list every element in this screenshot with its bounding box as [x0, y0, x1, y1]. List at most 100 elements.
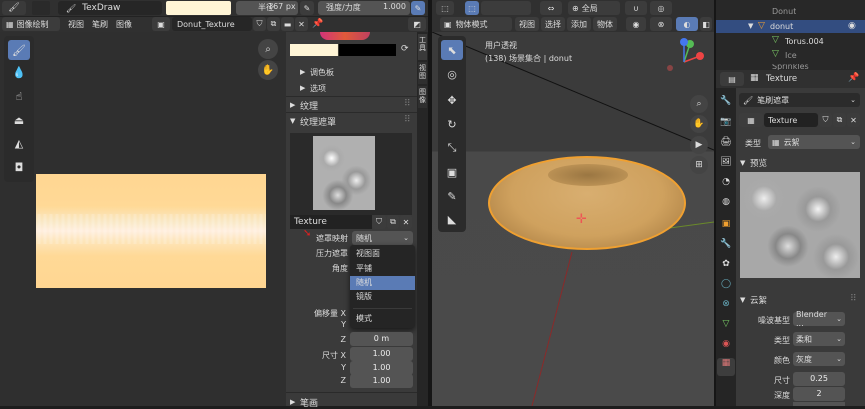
fake-user-button[interactable]: ⛉ [253, 17, 266, 31]
open-image-button[interactable]: ▬ [281, 17, 294, 31]
outliner-item-donut-collection[interactable]: Donut [772, 8, 796, 16]
pressure-radius-button[interactable]: ✎ [300, 1, 314, 15]
outliner-item-torus[interactable]: Torus.004 [785, 37, 824, 46]
mask-mapping-dropdown[interactable]: 随机 ⌄ [352, 231, 413, 245]
prop-tab-render[interactable]: 📷 [718, 117, 734, 133]
menu-brush[interactable]: 笔刷 [92, 19, 108, 30]
color-dropdown[interactable]: 灰度 ⌄ [793, 352, 845, 366]
tool-draw[interactable]: 🖌 [8, 40, 30, 60]
visibility-button[interactable]: ◉ [626, 17, 646, 31]
texture-duplicate[interactable]: ⧉ [833, 113, 846, 127]
texture-browse-button[interactable]: ▦ [739, 113, 763, 127]
palette-section[interactable]: 调色板 [310, 67, 334, 78]
color-value-slider[interactable] [290, 44, 396, 56]
tool-clone[interactable]: ⏏ [8, 110, 30, 130]
mask-fake-user-button[interactable]: ⛉ [372, 215, 386, 229]
menu-view[interactable]: 视图 [68, 19, 84, 30]
size-z-field[interactable]: 1.00 [350, 374, 413, 388]
image-browse-button[interactable]: ▣ [152, 17, 170, 31]
menu-add-3d[interactable]: 添加 [567, 17, 591, 31]
camera-3d-button[interactable]: ▶ [690, 136, 708, 154]
grid-3d-button[interactable]: ⊞ [690, 156, 708, 174]
depth-field[interactable]: 2 [793, 387, 845, 401]
interaction-mode-dropdown[interactable]: ▣ 物体模式 [440, 17, 512, 31]
overlay-toggle[interactable]: ◐ [676, 17, 698, 31]
outliner-item-ice[interactable]: Ice [785, 51, 797, 60]
clouds-section[interactable]: 云絮 [750, 294, 767, 306]
tool-fill[interactable]: ◭ [8, 133, 30, 153]
tab-view[interactable]: 视图 [418, 62, 427, 84]
drag-handle-icon[interactable]: ⠿ [404, 99, 411, 109]
navigation-gizmo[interactable] [660, 36, 710, 86]
prop-tab-object[interactable]: ▣ [718, 219, 734, 235]
mode-selector[interactable]: ▦ 图像绘制 [2, 17, 60, 31]
texture-mask-section[interactable]: 纹理遮罩 [300, 115, 336, 128]
option-random[interactable]: 随机 [350, 276, 415, 290]
prop-tab-view-layer[interactable]: 🖼 [718, 157, 734, 173]
menu-view-3d[interactable]: 视图 [515, 17, 539, 31]
offset-z-field[interactable]: 0 m [350, 332, 413, 346]
editor-type-button[interactable]: 🖌 [2, 1, 26, 15]
prop-tab-constraints[interactable]: ⊗ [718, 299, 734, 315]
size-x-field[interactable]: 1.00 [350, 347, 413, 361]
prop-tab-material[interactable]: ◉ [718, 339, 734, 355]
mask-duplicate-button[interactable]: ⧉ [387, 215, 399, 229]
eye-icon[interactable]: ◉ [848, 21, 856, 31]
drag-handle-icon[interactable]: ⠿ [850, 294, 857, 304]
mask-texture-selector[interactable]: Texture [290, 215, 372, 229]
options-section[interactable]: 选项 [310, 83, 326, 94]
brush-selector[interactable]: 🖌 TexDraw [58, 1, 162, 15]
new-image-button[interactable]: ⧉ [267, 17, 280, 31]
tool-move[interactable]: ✥ [441, 90, 463, 110]
overlay-button[interactable]: ◩ [408, 17, 426, 31]
color-wheel-edge[interactable] [320, 32, 370, 40]
menu-object-3d[interactable]: 物体 [593, 17, 617, 31]
pan-gizmo[interactable]: ✋ [258, 60, 278, 80]
drag-handle-icon[interactable]: ⠿ [404, 115, 411, 125]
prop-tab-scene[interactable]: ◔ [718, 177, 734, 193]
unlink-image-button[interactable]: ✕ [295, 17, 308, 31]
snap-button[interactable]: ∪ [625, 1, 647, 15]
menu-select-3d[interactable]: 选择 [541, 17, 565, 31]
mask-unlink-button[interactable]: ✕ [400, 215, 412, 229]
prop-tab-world[interactable]: ◍ [718, 197, 734, 213]
pressure-strength-button[interactable]: ✎ [411, 1, 425, 15]
option-stencil[interactable]: 镜版 [350, 290, 415, 304]
menu-image[interactable]: 图像 [116, 19, 132, 30]
tool-annotate[interactable]: ✎ [441, 186, 463, 206]
tool-select-box[interactable]: ⬉ [441, 40, 463, 60]
tool-transform[interactable]: ▣ [441, 162, 463, 182]
radius-value-field[interactable] [298, 1, 299, 15]
option-view-plane[interactable]: 视图面 [350, 245, 415, 262]
gizmo-toggle[interactable]: ⊗ [650, 17, 672, 31]
tool-mask[interactable]: ◘ [8, 157, 30, 177]
pin-icon[interactable]: 📌 [848, 73, 859, 83]
tool-smear[interactable]: ☝ [8, 86, 30, 106]
proportional-button[interactable]: ◎ [650, 1, 672, 15]
noise-basis-dropdown[interactable]: Blender ... ⌄ [793, 310, 845, 328]
properties-editor-type[interactable]: ▤ [720, 72, 744, 86]
texture-type-dropdown[interactable]: ▦ 云絮 ⌄ [768, 135, 860, 149]
image-name-field[interactable]: Donut_Texture [172, 17, 252, 31]
cursor-3d-icon[interactable]: ✛ [576, 212, 587, 227]
noise-type-dropdown[interactable]: 柔和 ⌄ [793, 332, 845, 346]
brush-preview-swatch[interactable] [32, 1, 50, 15]
texture-section[interactable]: 纹理 [300, 99, 318, 112]
stroke-section[interactable]: 笔画 [300, 396, 318, 409]
option-tiled[interactable]: 平铺 [350, 262, 415, 276]
select-box-button[interactable]: ⬚ [465, 1, 479, 15]
texture-fake-user[interactable]: ⛉ [819, 113, 832, 127]
pin-button[interactable]: 📌 [311, 17, 325, 31]
tool-scale[interactable]: ⤡ [441, 138, 463, 158]
size-y-field[interactable]: 1.00 [350, 361, 413, 375]
prop-tab-output[interactable]: 🖨 [718, 137, 734, 153]
outliner-item-donut[interactable]: donut [770, 22, 793, 31]
texture-unlink[interactable]: ✕ [847, 113, 860, 127]
swap-colors-button[interactable]: ⟳ [401, 44, 413, 56]
brush-mask-dropdown[interactable]: 🖌 笔刷遮罩 ⌄ [739, 93, 860, 107]
color-swatch[interactable] [166, 1, 231, 15]
tool-soften[interactable]: 💧 [8, 62, 30, 82]
prop-tab-modifiers[interactable]: 🔧 [718, 239, 734, 255]
tool-rotate[interactable]: ↻ [441, 114, 463, 134]
size-field[interactable]: 0.25 [793, 372, 845, 386]
